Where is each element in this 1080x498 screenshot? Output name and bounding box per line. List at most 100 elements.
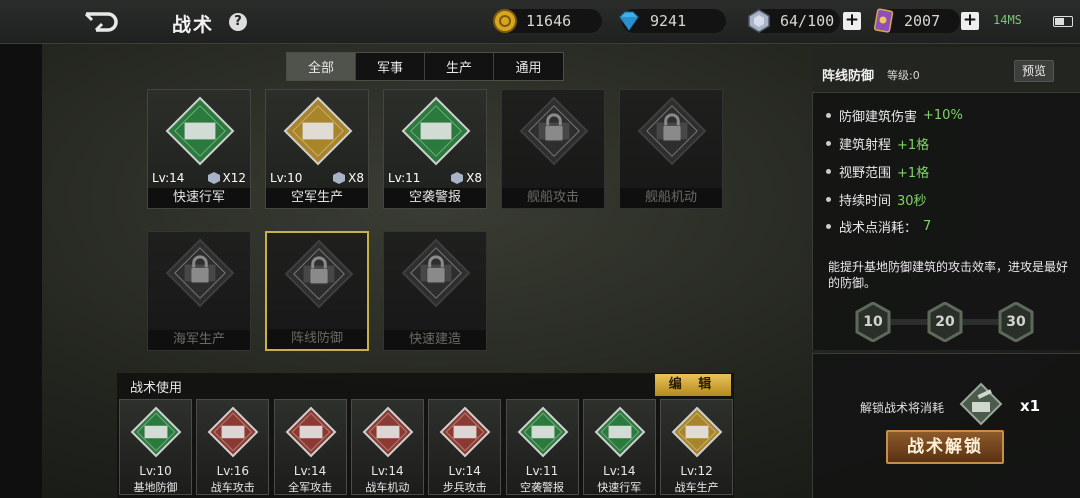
gem-value: 9241 [650, 12, 687, 30]
lightning-icon [165, 96, 235, 166]
usage-level: Lv:12 [680, 464, 713, 478]
usage-level: Lv:10 [139, 464, 172, 478]
back-arrow-icon [84, 12, 118, 32]
tactic-level: Lv:11 [388, 171, 421, 185]
usage-name: 全军攻击 [288, 481, 333, 494]
usage-slot[interactable]: Lv:11 空袭警报 [505, 399, 579, 495]
tactic-level: Lv:14 [152, 171, 185, 185]
usage-name: 基地防御 [133, 481, 178, 494]
milestone-10: 10 [855, 301, 891, 343]
tactic-card[interactable]: 舰船攻击 [501, 89, 605, 209]
card-value: 2007 [904, 12, 941, 30]
usage-level: Lv:14 [371, 464, 404, 478]
tab-production[interactable]: 生产 [425, 53, 494, 80]
infantry-icon [439, 406, 491, 458]
milestone-20: 20 [927, 301, 963, 343]
milestone-30: 30 [998, 301, 1034, 343]
usage-level: Lv:14 [293, 464, 327, 478]
tank-gear-icon [671, 406, 723, 458]
usage-name: 空袭警报 [520, 481, 564, 494]
page-title: 战术 [172, 14, 215, 36]
tactic-name: 快速行军 [148, 188, 250, 208]
soldier-icon [285, 406, 337, 458]
crystal-value: 64/100 [780, 12, 835, 30]
tactic-card[interactable]: 阵线防御 [265, 231, 369, 351]
usage-level: Lv:14 [603, 464, 636, 478]
tab-military[interactable]: 军事 [356, 53, 425, 80]
tactic-card[interactable]: 海军生产 [147, 231, 251, 351]
tactic-name: 阵线防御 [267, 329, 367, 349]
back-button[interactable] [62, 5, 142, 39]
usage-slot[interactable]: Lv:10 基地防御 [119, 399, 192, 495]
unlock-tactic-button[interactable]: 战术解锁 [886, 430, 1004, 464]
gem-counter: 9241 [619, 9, 726, 33]
tactic-card[interactable]: 快速建造 [383, 231, 487, 351]
effect-item: 防御建筑伤害 +10% [826, 106, 963, 125]
usage-name: 战车攻击 [210, 481, 255, 494]
effect-item: 战术点消耗： 7 [826, 217, 931, 236]
tactic-name: 舰船机动 [620, 188, 722, 208]
navy-gear-lock-icon [165, 238, 235, 308]
add-card-button[interactable]: + [961, 12, 979, 30]
gold-value: 11646 [526, 12, 572, 30]
diamond-icon [619, 11, 639, 31]
card-counter: 2007 [873, 8, 960, 33]
battery-icon [1053, 16, 1073, 27]
left-edge [0, 44, 42, 498]
tactic-card[interactable]: Lv:10 X8 空军生产 [265, 89, 369, 209]
tactic-card-icon [873, 8, 894, 33]
warship-lock-icon [637, 96, 707, 166]
usage-slot[interactable]: Lv:14 战车机动 [350, 399, 424, 495]
ping-status: 14MS [993, 13, 1022, 27]
warship-lock-icon [519, 96, 589, 166]
crystal-icon [748, 9, 770, 33]
preview-button[interactable]: 预览 [1014, 60, 1054, 82]
edit-button[interactable]: 编 辑 [655, 374, 731, 396]
jet-gear-icon [283, 96, 353, 166]
tank-move-icon [362, 406, 414, 458]
tab-all[interactable]: 全部 [287, 53, 356, 80]
build-lock-icon [401, 238, 471, 308]
add-crystal-button[interactable]: + [843, 12, 861, 30]
tactic-name: 空军生产 [266, 188, 368, 208]
tactic-name: 海军生产 [148, 330, 250, 350]
tactic-count: X8 [332, 171, 364, 185]
tab-general[interactable]: 通用 [494, 53, 563, 80]
detail-level: 等级:0 [887, 69, 920, 82]
help-icon[interactable]: ? [229, 13, 247, 31]
turret-icon [959, 382, 1003, 426]
radar-tower-icon [401, 96, 471, 166]
usage-level: Lv:16 [216, 464, 250, 478]
usage-name: 战车机动 [365, 481, 410, 494]
tactic-name: 空袭警报 [384, 188, 486, 208]
tactic-level: Lv:10 [270, 171, 303, 185]
shield-helmet-icon [130, 406, 182, 458]
radar-tower-icon [517, 406, 569, 458]
effect-item: 持续时间 30秒 [826, 190, 927, 209]
tactic-card[interactable]: Lv:14 X12 快速行军 [147, 89, 251, 209]
turret-lock-icon [284, 239, 354, 309]
effect-item: 建筑射程 +1格 [826, 134, 929, 153]
detail-title: 阵线防御 [822, 69, 875, 84]
usage-slot[interactable]: Lv:16 战车攻击 [196, 399, 270, 495]
tactic-name: 舰船攻击 [502, 188, 604, 208]
usage-name: 快速行军 [597, 481, 642, 494]
usage-slot[interactable]: Lv:14 全军攻击 [273, 399, 347, 495]
tactic-card[interactable]: 舰船机动 [619, 89, 723, 209]
usage-name: 战车生产 [674, 481, 719, 494]
usage-slot[interactable]: Lv:14 步兵攻击 [428, 399, 502, 495]
unlock-cost-label: 解锁战术将消耗 [860, 401, 945, 415]
usage-slot[interactable]: Lv:14 快速行军 [582, 399, 656, 495]
usage-level: Lv:14 [448, 464, 481, 478]
usage-title: 战术使用 [130, 381, 183, 396]
usage-slot[interactable]: Lv:12 战车生产 [660, 399, 734, 495]
crystal-counter: 64/100 [748, 9, 840, 33]
tactic-card[interactable]: Lv:11 X8 空袭警报 [383, 89, 487, 209]
unlock-panel [812, 353, 1080, 498]
tank-attack-icon [207, 406, 259, 458]
gold-counter: 11646 [493, 9, 602, 33]
crystal-icon [451, 172, 464, 184]
lightning-icon [594, 406, 646, 458]
crystal-icon [333, 172, 346, 184]
usage-name: 步兵攻击 [442, 481, 487, 494]
